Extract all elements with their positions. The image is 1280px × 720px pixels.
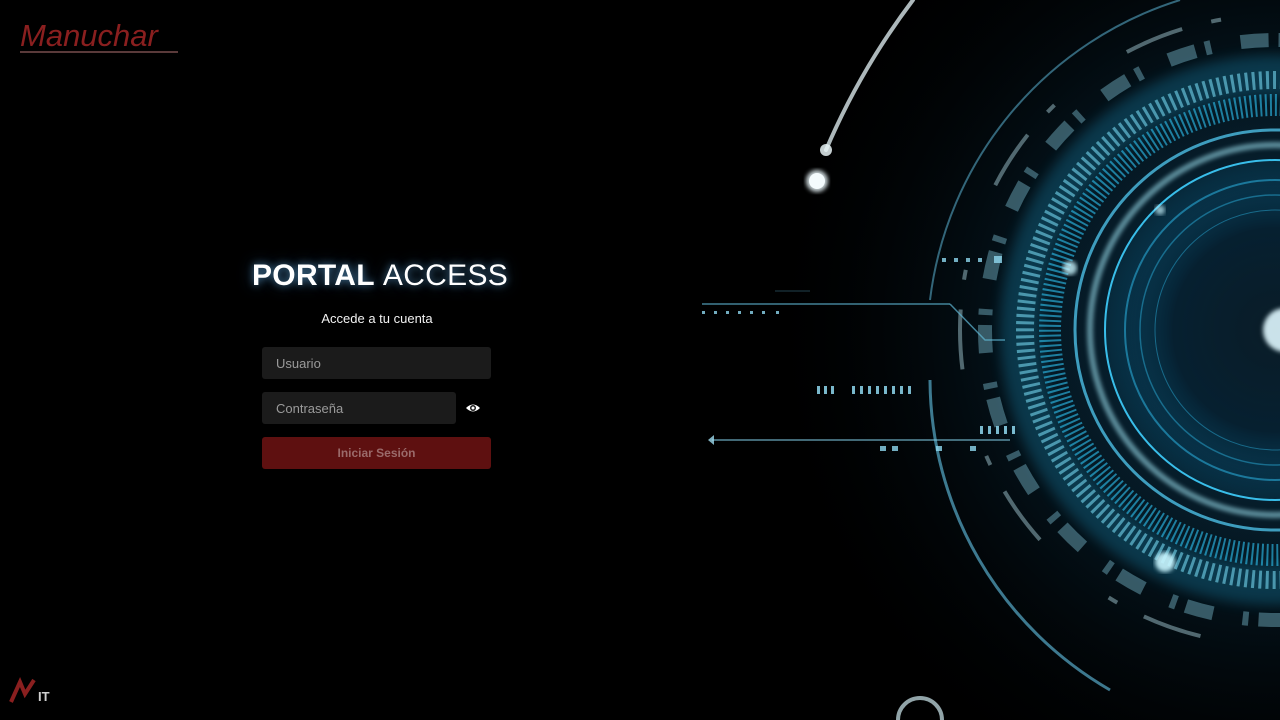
title-light: ACCESS: [382, 259, 509, 292]
mit-logo: IT: [9, 676, 50, 704]
manuchar-logo-text: Manuchar: [20, 18, 160, 53]
page-title: PORTAL ACCESS: [252, 256, 508, 296]
title-wrap: PORTAL ACCESS: [252, 256, 508, 296]
login-button[interactable]: Iniciar Sesión: [262, 437, 491, 469]
username-input[interactable]: [262, 347, 491, 379]
svg-text:IT: IT: [38, 689, 50, 704]
subtitle-wrap: Accede a tu cuenta: [262, 296, 492, 327]
login-subtitle: Accede a tu cuenta: [321, 311, 433, 326]
title-bold: PORTAL: [252, 259, 375, 292]
manuchar-logo: Manuchar: [20, 18, 178, 53]
tech-background-art: [560, 0, 1280, 720]
password-row: [262, 392, 492, 424]
login-page: Manuchar IT PORTAL ACCESS Accede a tu cue…: [0, 0, 1280, 720]
password-input[interactable]: [262, 392, 456, 424]
eye-icon[interactable]: [464, 400, 482, 416]
